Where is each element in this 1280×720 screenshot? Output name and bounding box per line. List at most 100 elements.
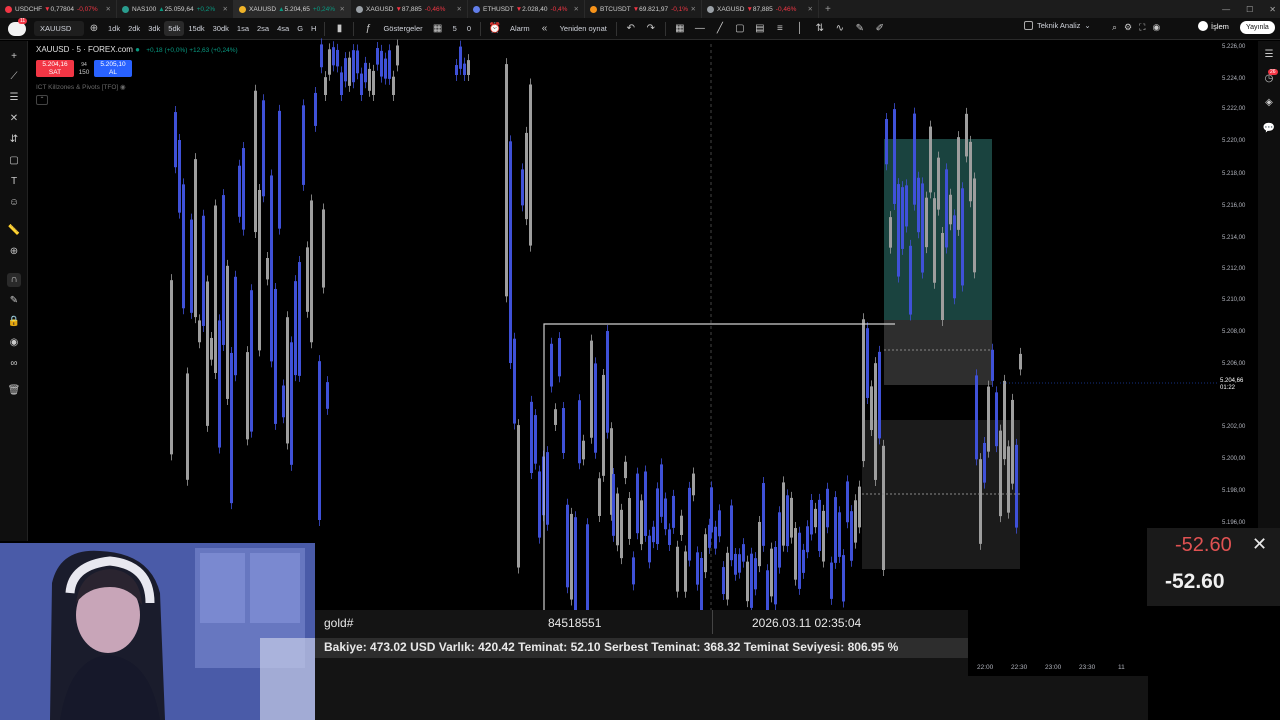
maximize-icon[interactable]: ☐ xyxy=(1246,5,1253,14)
layers-icon[interactable]: ◈ xyxy=(1262,97,1276,111)
watchlist-icon[interactable]: ☰ xyxy=(1262,49,1276,63)
close-tab-icon[interactable]: ✕ xyxy=(457,5,462,13)
tab-xagusd[interactable]: XAGUSD ▼ 87,885 -0,46% ✕ xyxy=(351,0,468,18)
indicators-button[interactable]: Göstergeler xyxy=(378,24,427,33)
chevron-down-icon[interactable]: ⌄ xyxy=(1084,21,1090,30)
close-tab-icon[interactable]: ✕ xyxy=(106,5,111,13)
redo-icon[interactable]: ↷ xyxy=(644,22,658,36)
tab-usdchf[interactable]: USDCHF ▼ 0,77804 -0,07% ✕ xyxy=(0,0,117,18)
fib-tool-icon[interactable]: ☰ xyxy=(7,91,21,105)
rectangle-icon[interactable]: ▢ xyxy=(733,22,747,36)
candle-body xyxy=(730,505,733,561)
close-tab-icon[interactable]: ✕ xyxy=(223,5,228,13)
close-tab-icon[interactable]: ✕ xyxy=(691,5,696,13)
interval-1dk[interactable]: 1dk xyxy=(104,21,124,36)
horizontal-line-icon[interactable]: — xyxy=(693,22,707,36)
fib-icon[interactable]: ▤ xyxy=(753,22,767,36)
position-row[interactable]: gold# 84518551 2026.03.11 02:35:04 xyxy=(315,610,968,634)
publish-button[interactable]: Yayınla xyxy=(1240,21,1275,34)
bid-ask-panel: 5.204,16 SAT 94 150 5.205,10 AL xyxy=(36,60,132,77)
templates-icon[interactable]: ▦ xyxy=(431,22,445,36)
fullscreen-icon[interactable]: ⛶ xyxy=(1139,22,1145,33)
candle-body xyxy=(218,320,221,448)
trash-icon[interactable]: 🗑 xyxy=(7,384,21,398)
grid-icon[interactable]: ▦ xyxy=(673,22,687,36)
candle-type-icon[interactable]: ▮ xyxy=(332,22,346,36)
camera-icon[interactable]: ◉ xyxy=(1152,22,1160,33)
replay-button[interactable]: Yeniden oynat xyxy=(555,24,612,33)
path-icon[interactable]: ∿ xyxy=(833,22,847,36)
technical-analysis-toggle[interactable]: Teknik Analiz ⌄ xyxy=(1024,21,1091,30)
close-position-icon[interactable]: ✕ xyxy=(1252,534,1267,555)
interval-G[interactable]: G xyxy=(293,21,307,36)
minimize-icon[interactable]: — xyxy=(1222,5,1230,14)
alarm-icon[interactable]: ⏰ xyxy=(488,22,502,36)
indicator-count-2[interactable]: 0 xyxy=(462,24,476,33)
interval-2sa[interactable]: 2sa xyxy=(253,21,273,36)
tab-change: +0,24% xyxy=(312,5,336,13)
crosshair-icon[interactable]: + xyxy=(7,50,21,64)
buy-button[interactable]: 5.205,10 AL xyxy=(94,60,132,77)
text-tool-icon[interactable]: T xyxy=(7,175,21,189)
candle-body xyxy=(726,552,729,600)
alarm-button[interactable]: Alarm xyxy=(505,24,535,33)
replay-icon[interactable]: « xyxy=(538,22,552,36)
interval-1sa[interactable]: 1sa xyxy=(233,21,253,36)
spread-value: 150 xyxy=(78,68,90,76)
trade-button[interactable]: İşlem xyxy=(1198,21,1229,31)
close-window-icon[interactable]: ✕ xyxy=(1269,5,1276,14)
close-tab-icon[interactable]: ✕ xyxy=(808,5,813,13)
parallel-channel-icon[interactable]: ≡ xyxy=(773,22,787,36)
interval-3dk[interactable]: 3dk xyxy=(144,21,164,36)
vertical-line-icon[interactable]: │ xyxy=(793,22,807,36)
interval-5dk[interactable]: 5dk xyxy=(164,21,185,36)
new-tab-icon[interactable]: + xyxy=(819,4,837,15)
close-tab-icon[interactable]: ✕ xyxy=(574,5,579,13)
prediction-tool-icon[interactable]: ⇵ xyxy=(7,133,21,147)
tab-btcusdt[interactable]: BTCUSDT ▼ 69.821,97 -0,1% ✕ xyxy=(585,0,702,18)
sell-button[interactable]: 5.204,16 SAT xyxy=(36,60,74,77)
pencil-icon[interactable]: ✐ xyxy=(873,22,887,36)
indicators-icon[interactable]: ƒ xyxy=(361,22,375,36)
icon-tool-icon[interactable]: ☺ xyxy=(7,196,21,210)
position-icon[interactable]: ⇅ xyxy=(813,22,827,36)
pattern-tool-icon[interactable]: ✕ xyxy=(7,112,21,126)
interval-15dk[interactable]: 15dk xyxy=(184,21,208,36)
tab-ethusdt[interactable]: ETHUSDT ▼ 2.028,40 -0,4% ✕ xyxy=(468,0,585,18)
chat-icon[interactable]: 💬 xyxy=(1262,123,1276,137)
brush-icon[interactable]: ✎ xyxy=(853,22,867,36)
tab-nas100[interactable]: NAS100 ▲ 25.059,64 +0,2% ✕ xyxy=(117,0,234,18)
candle-body xyxy=(806,526,809,553)
checkbox-icon[interactable] xyxy=(1024,21,1033,30)
close-tab-icon[interactable]: ✕ xyxy=(340,5,345,13)
line-tool-icon[interactable]: ⟋ xyxy=(7,70,21,84)
eye-icon[interactable]: ◉ xyxy=(120,84,126,91)
interval-4sa[interactable]: 4sa xyxy=(273,21,293,36)
eye-icon[interactable]: ◉ xyxy=(7,336,21,350)
candle-body xyxy=(246,352,249,440)
alerts-icon[interactable]: ◷ xyxy=(1262,73,1276,87)
magnet-icon[interactable]: ∩ xyxy=(7,273,21,287)
collapse-legend-icon[interactable]: ⌃ xyxy=(36,95,48,105)
shape-tool-icon[interactable]: ▢ xyxy=(7,154,21,168)
candle-body xyxy=(672,495,675,528)
search-icon[interactable]: ⌕ xyxy=(1112,22,1117,33)
settings-icon[interactable]: ⚙ xyxy=(1124,22,1132,33)
interval-30dk[interactable]: 30dk xyxy=(209,21,233,36)
undo-icon[interactable]: ↶ xyxy=(624,22,638,36)
stay-drawing-icon[interactable]: ✎ xyxy=(7,294,21,308)
candle-body xyxy=(850,511,853,561)
tab-xagusd[interactable]: XAGUSD ▼ 87,885 -0,46% ✕ xyxy=(702,0,819,18)
zoom-icon[interactable]: ⊕ xyxy=(7,245,21,259)
add-symbol-icon[interactable]: ⊕ xyxy=(87,22,101,36)
link-icon[interactable]: ∞ xyxy=(7,357,21,371)
lock-icon[interactable]: 🔒 xyxy=(7,315,21,329)
symbol-search[interactable]: XAUUSD xyxy=(34,21,84,36)
trend-line-icon[interactable]: ╱ xyxy=(713,22,727,36)
indicator-count-1[interactable]: 5 xyxy=(448,24,462,33)
app-logo[interactable]: 11 xyxy=(8,18,28,36)
ruler-icon[interactable]: 📏 xyxy=(7,224,21,238)
interval-2dk[interactable]: 2dk xyxy=(124,21,144,36)
tab-xauusd[interactable]: XAUUSD ▲ 5.204,65 +0,24% ✕ xyxy=(234,0,351,18)
interval-H[interactable]: H xyxy=(307,21,320,36)
